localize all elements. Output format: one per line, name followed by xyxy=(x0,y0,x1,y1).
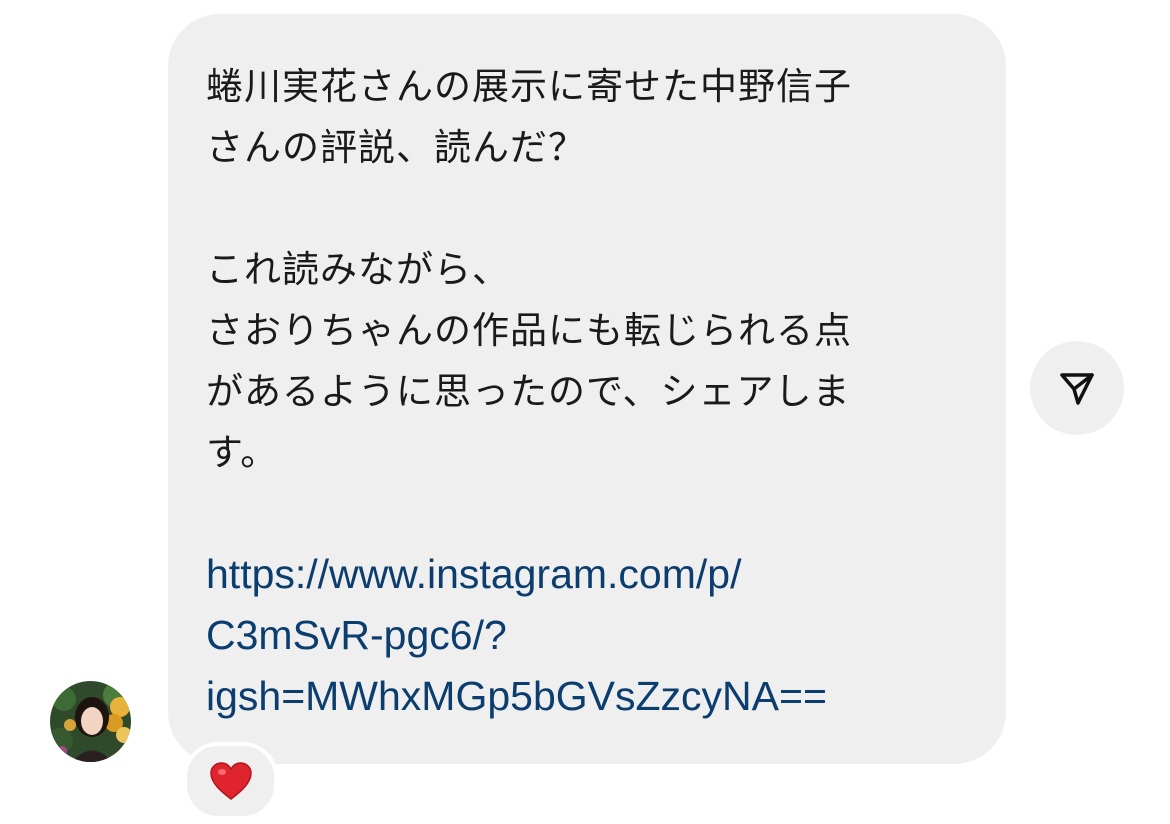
share-button[interactable] xyxy=(1030,341,1124,435)
link-line: igsh=MWhxMGp5bGVsZzcyNA== xyxy=(206,673,827,719)
reaction-badge[interactable] xyxy=(183,742,278,820)
heart-icon xyxy=(209,762,252,800)
sender-avatar[interactable] xyxy=(50,681,131,762)
message-bubble[interactable]: 蜷川実花さんの展示に寄せた中野信子 さんの評説、読んだ？ これ読みながら、 さお… xyxy=(168,14,1006,764)
message-text-line: 蜷川実花さんの展示に寄せた中野信子 xyxy=(206,65,852,108)
link-line: C3mSvR-pgc6/? xyxy=(206,612,507,658)
message-text-line: さおりちゃんの作品にも転じられる点 xyxy=(206,309,852,352)
message-text-line: があるように思ったので、シェアしま xyxy=(206,370,851,413)
profile-photo xyxy=(50,681,131,762)
paper-plane-icon xyxy=(1060,373,1094,405)
link-line: https://www.instagram.com/p/ xyxy=(206,551,742,597)
message-text-line: これ読みながら、 xyxy=(206,248,510,291)
message-text-line: す。 xyxy=(206,431,279,474)
message-text-line: さんの評説、読んだ？ xyxy=(206,126,586,169)
message-link[interactable]: https://www.instagram.com/p/ C3mSvR-pgc6… xyxy=(206,544,970,727)
